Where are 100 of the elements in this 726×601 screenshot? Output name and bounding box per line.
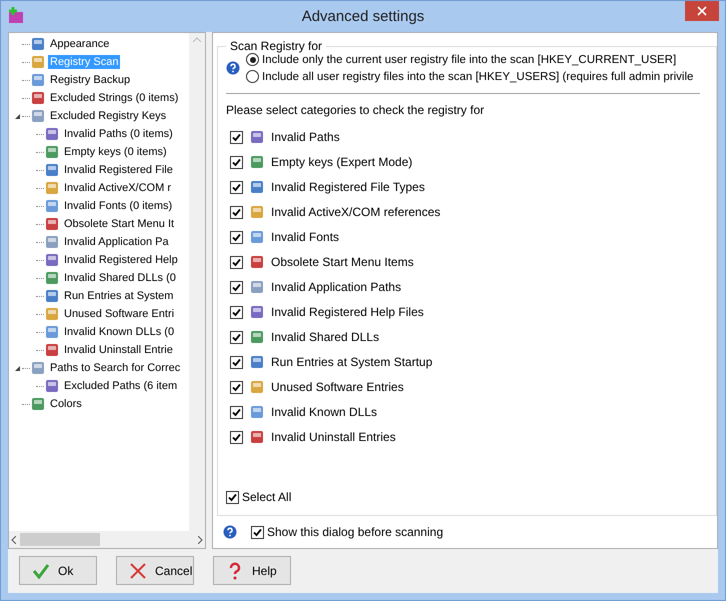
tree-item-icon	[30, 72, 46, 88]
tree-item-icon	[249, 379, 265, 395]
radio-label: Include all user registry files into the scan [HKEY_USERS] (requires full admin privile	[262, 70, 694, 82]
tree-item-icon	[44, 324, 60, 340]
tree-item-icon	[249, 329, 265, 345]
tree-item[interactable]: Invalid Known DLLs (0	[62, 325, 176, 339]
category-label: Invalid Fonts	[271, 230, 340, 244]
categories-heading: Please select categories to check the registry for	[226, 103, 484, 117]
tree-item-icon	[249, 404, 265, 420]
tree-item-icon	[249, 279, 265, 295]
tree-item-icon	[44, 342, 60, 358]
ok-button[interactable]: Ok	[19, 556, 97, 585]
checkbox[interactable]	[230, 156, 243, 168]
select-all-label: Select All	[242, 490, 292, 504]
tree-item[interactable]: Invalid Registered File	[62, 163, 175, 177]
tree-item-icon	[30, 396, 46, 412]
tree-item-icon	[30, 90, 46, 106]
tree-item-icon	[44, 306, 60, 322]
category-label: Invalid Uninstall Entries	[271, 430, 396, 444]
tree-item-icon	[30, 108, 46, 124]
tree-item[interactable]: Excluded Paths (6 item	[62, 379, 180, 393]
tree-item-icon	[249, 429, 265, 445]
tree-item[interactable]: Unused Software Entri	[62, 307, 176, 321]
checkbox[interactable]	[230, 180, 243, 194]
tree-item-icon	[44, 198, 60, 214]
checkbox[interactable]	[230, 380, 243, 394]
close-icon	[697, 6, 707, 16]
tree-item-icon	[30, 360, 46, 376]
checkbox[interactable]	[230, 256, 243, 268]
category-label: Unused Software Entries	[271, 380, 404, 394]
checkbox[interactable]	[251, 526, 264, 538]
tree-item-icon	[249, 304, 265, 320]
radio-label: Include only the current user registry file into the scan [HKEY_CURRENT_USER]	[262, 54, 676, 66]
show-dialog-label: Show this dialog before scanning	[267, 525, 444, 539]
close-button[interactable]	[685, 1, 719, 21]
category-label: Invalid Registered File Types	[271, 180, 425, 194]
app-icon	[7, 6, 25, 24]
help-icon	[223, 525, 237, 539]
checkbox[interactable]	[230, 130, 243, 144]
help-icon	[226, 61, 240, 75]
checkbox[interactable]	[230, 306, 243, 318]
tree-item[interactable]: Paths to Search for Correc	[48, 361, 182, 375]
tree-item[interactable]: Run Entries at System	[62, 289, 176, 303]
tree-item[interactable]: Invalid Fonts (0 items)	[62, 199, 174, 213]
radio-button[interactable]	[246, 70, 259, 83]
category-label: Run Entries at System Startup	[271, 355, 432, 369]
scrollbar-thumb[interactable]	[20, 533, 100, 546]
tree-item[interactable]: Invalid Application Pa	[62, 235, 171, 249]
help-button[interactable]: Help	[213, 556, 291, 585]
category-label: Invalid Registered Help Files	[271, 305, 424, 319]
category-label: Invalid Paths	[271, 130, 340, 144]
category-label: Empty keys (Expert Mode)	[271, 155, 412, 169]
tree-item-icon	[249, 354, 265, 370]
checkbox[interactable]	[230, 330, 243, 344]
group-title: Scan Registry for	[229, 39, 324, 53]
tree-item[interactable]: Invalid Paths (0 items)	[62, 127, 175, 141]
checkbox[interactable]	[230, 280, 243, 294]
tree-item[interactable]: Invalid Registered Help	[62, 253, 180, 267]
tree-item[interactable]: Invalid Shared DLLs (0	[62, 271, 178, 285]
tree-item-icon	[44, 180, 60, 196]
tree-item[interactable]: Empty keys (0 items)	[62, 145, 169, 159]
window-title: Advanced settings	[300, 8, 426, 25]
tree-item-icon	[30, 54, 46, 70]
checkbox[interactable]	[230, 356, 243, 368]
checkbox[interactable]	[230, 430, 243, 444]
cancel-button[interactable]: Cancel	[116, 556, 194, 585]
tree-item[interactable]: Invalid ActiveX/COM r	[62, 181, 173, 195]
vertical-scrollbar[interactable]	[189, 33, 205, 531]
checkbox[interactable]	[230, 206, 243, 218]
category-label: Obsolete Start Menu Items	[271, 255, 414, 269]
tree-item-icon	[249, 204, 265, 220]
tree-item-icon	[44, 288, 60, 304]
radio-button[interactable]	[246, 53, 259, 66]
checkbox[interactable]	[230, 230, 243, 244]
category-label: Invalid Application Paths	[271, 280, 402, 294]
tree-item[interactable]: Excluded Strings (0 items)	[48, 91, 180, 105]
tree-item-icon	[30, 36, 46, 52]
category-label: Invalid Known DLLs	[271, 405, 378, 419]
tree-item-icon	[44, 378, 60, 394]
checkbox[interactable]	[226, 490, 239, 504]
tree-item-icon	[249, 129, 265, 145]
tree-item-icon	[249, 179, 265, 195]
tree-item[interactable]: Obsolete Start Menu It	[62, 217, 176, 231]
category-label: Invalid Shared DLLs	[271, 330, 380, 344]
tree-item[interactable]: Registry Backup	[48, 73, 132, 87]
close-icon	[129, 562, 147, 580]
tree-item-icon	[44, 144, 60, 160]
category-label: Invalid ActiveX/COM references	[271, 205, 440, 219]
horizontal-scrollbar[interactable]	[9, 531, 205, 548]
tree-item-icon	[44, 270, 60, 286]
tree-item-icon	[44, 126, 60, 142]
checkmark-icon	[32, 562, 50, 580]
checkbox[interactable]	[230, 406, 243, 418]
tree-item-icon	[44, 252, 60, 268]
tree-item[interactable]: Colors	[48, 397, 84, 411]
tree-item-icon	[44, 234, 60, 250]
tree-item-icon	[44, 162, 60, 178]
tree-item[interactable]: Excluded Registry Keys	[48, 109, 168, 123]
tree-item[interactable]: Invalid Uninstall Entrie	[62, 343, 175, 357]
tree-item[interactable]: Appearance	[48, 37, 112, 51]
